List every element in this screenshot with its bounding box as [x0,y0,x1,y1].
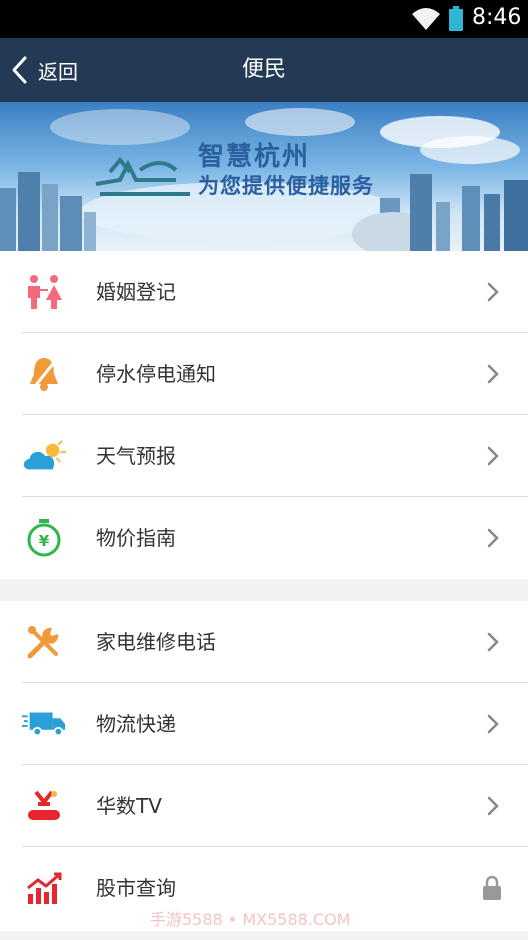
service-group-1: 婚姻登记 停水停电通知 天气预报 ¥ 物价指南 [0,251,528,579]
list-item-utility-notice[interactable]: 停水停电通知 [0,333,528,415]
list-item-appliance-repair[interactable]: 家电维修电话 [0,601,528,683]
wasu-tv-icon [22,785,66,827]
chevron-left-icon [12,56,27,84]
status-bar: 8:46 [0,0,528,38]
truck-icon [22,703,66,745]
chevron-right-icon [487,632,499,652]
list-item-price-guide[interactable]: ¥ 物价指南 [0,497,528,579]
list-item-logistics[interactable]: 物流快递 [0,683,528,765]
list-item-label: 停水停电通知 [96,362,216,386]
list-item-label: 物价指南 [96,526,176,550]
list-item-marriage[interactable]: 婚姻登记 [0,251,528,333]
list-item-weather[interactable]: 天气预报 [0,415,528,497]
price-clock-icon: ¥ [22,517,66,559]
chevron-right-icon [487,282,499,302]
stock-chart-icon [22,867,66,909]
chevron-right-icon [487,364,499,384]
chevron-right-icon [487,714,499,734]
list-item-wasu-tv[interactable]: 华数TV [0,765,528,847]
banner-title: 智慧杭州 [198,142,311,172]
back-label: 返回 [38,59,78,84]
list-item-label: 华数TV [96,794,162,818]
service-group-2: 家电维修电话 物流快递 华数TV 股市查询 [0,601,528,931]
chevron-right-icon [487,528,499,548]
status-time: 8:46 [472,5,522,30]
list-item-label: 婚姻登记 [96,280,176,304]
wifi-icon [412,8,440,30]
couple-icon [22,271,66,313]
list-item-label: 天气预报 [96,444,176,468]
banner: 智慧杭州 为您提供便捷服务 [0,102,528,251]
tools-icon [22,621,66,663]
back-button[interactable]: 返回 [0,38,100,102]
banner-subtitle: 为您提供便捷服务 [198,174,374,198]
list-item-label: 家电维修电话 [96,630,216,654]
chevron-right-icon [487,446,499,466]
battery-icon [449,6,463,31]
svg-text:¥: ¥ [39,532,50,550]
chevron-right-icon [487,796,499,816]
list-item-label: 物流快递 [96,712,176,736]
weather-icon [22,435,66,477]
bell-mute-icon [22,353,66,395]
watermark: 手游5588 • MX5588.COM [150,910,351,929]
lock-icon [483,875,501,900]
nav-bar: 返回 便民 [0,38,528,102]
bottom-strip [0,931,528,940]
